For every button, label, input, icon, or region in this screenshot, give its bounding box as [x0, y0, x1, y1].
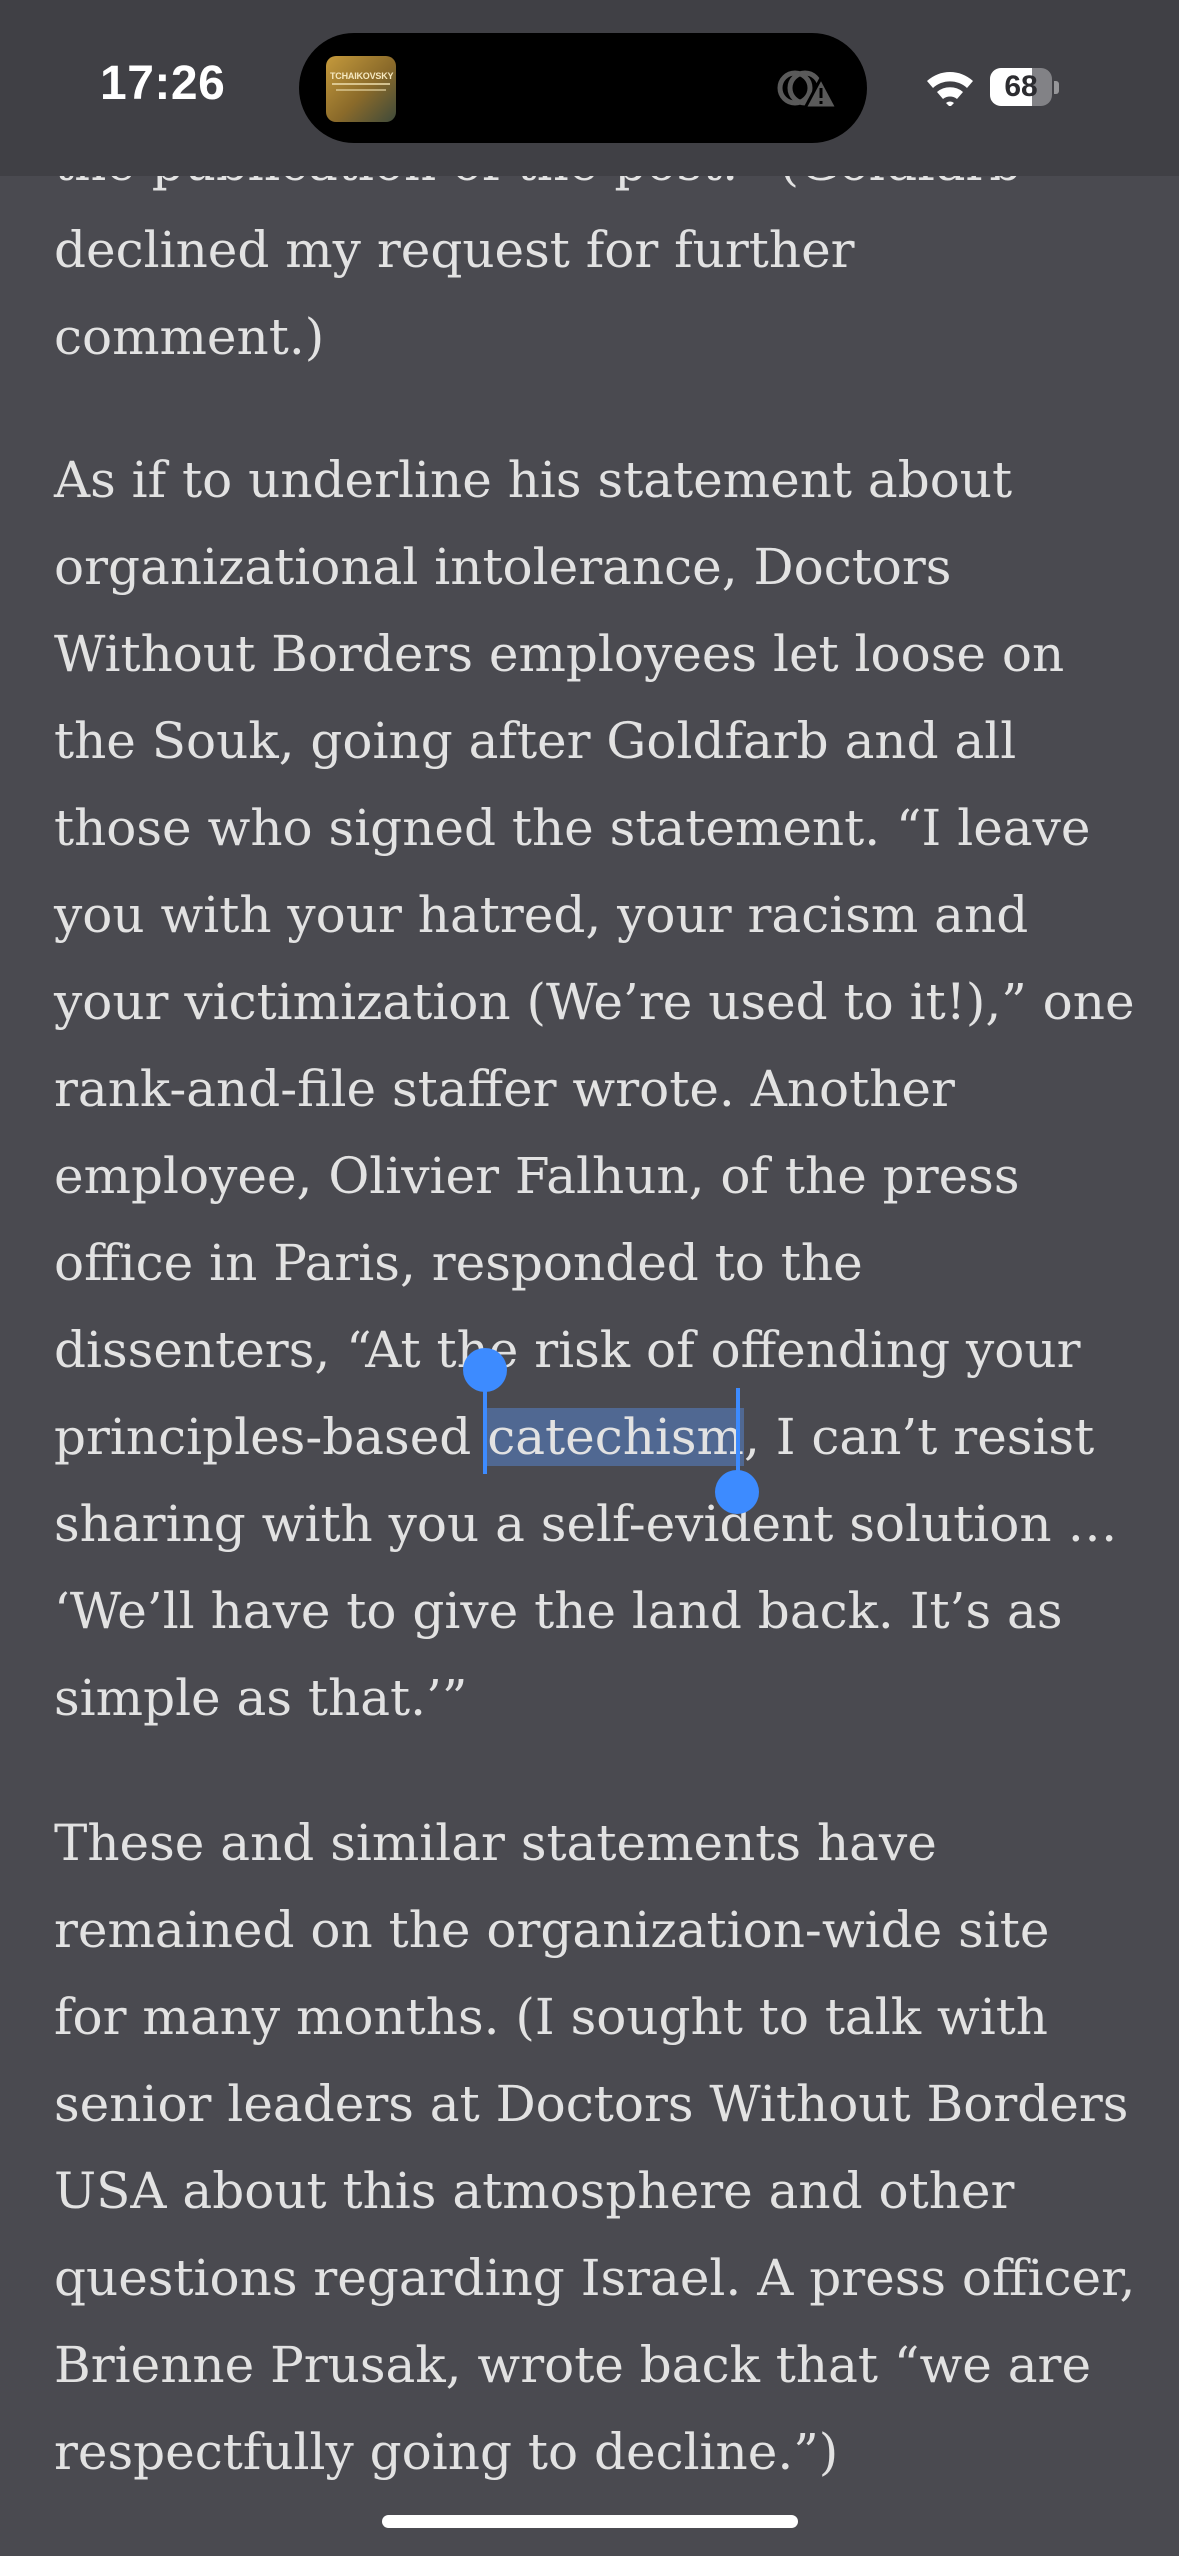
selection-line: principles-based catechism, I can’t resi… — [54, 1394, 1094, 1481]
paragraph-line: your victimization (We’re used to it!),”… — [54, 973, 1135, 1031]
selected-text[interactable]: catechism — [487, 1408, 744, 1466]
text-after-selection: , I can’t resist — [743, 1408, 1095, 1466]
paragraph-line: Brienne Prusak, wrote back that “we are — [54, 2336, 1092, 2394]
paragraph-line: the Souk, going after Goldfarb and all — [54, 712, 1017, 770]
paragraph-line: comment.) — [54, 308, 325, 366]
paragraph-line: office in Paris, responded to the — [54, 1234, 863, 1292]
wifi-icon — [927, 72, 973, 106]
paragraph-line: Without Borders employees let loose on — [54, 625, 1065, 683]
selection-start-caret — [483, 1380, 487, 1474]
selection-end-caret — [736, 1388, 740, 1480]
paragraph-line: sharing with you a self-evident solution… — [54, 1495, 1118, 1553]
paragraph-line: those who signed the statement. “I leave — [54, 799, 1091, 857]
paragraph-line: employee, Olivier Falhun, of the press — [54, 1147, 1020, 1205]
paragraph-line: USA about this atmosphere and other — [54, 2162, 1015, 2220]
battery-level: 68 — [1004, 70, 1038, 103]
paragraph-line: simple as that.’” — [54, 1669, 468, 1727]
paragraph-line: rank-and-file staffer wrote. Another — [54, 1060, 955, 1118]
paragraph-line: for many months. (I sought to talk with — [54, 1988, 1048, 2046]
battery-icon: 68 — [990, 68, 1060, 106]
status-bar: 17:26 TCHAIKOVSKY 68 — [0, 0, 1179, 176]
paragraph-line: ‘We’ll have to give the land back. It’s … — [54, 1582, 1063, 1640]
home-indicator[interactable] — [382, 2515, 798, 2528]
paragraph-line: dissenters, “At the risk of offending yo… — [54, 1321, 1081, 1379]
status-time: 17:26 — [100, 57, 226, 110]
paragraph-line: These and similar statements have — [54, 1814, 937, 1872]
alert-warning-icon — [777, 70, 839, 110]
selection-end-handle[interactable] — [715, 1470, 759, 1514]
paragraph-line: respectfully going to decline.”) — [54, 2423, 839, 2481]
paragraph-line: As if to underline his statement about — [54, 451, 1013, 509]
paragraph-line: declined my request for further — [54, 221, 855, 279]
album-art-thumbnail[interactable]: TCHAIKOVSKY — [326, 56, 396, 122]
paragraph-line: you with your hatred, your racism and — [54, 886, 1029, 944]
paragraph-line: questions regarding Israel. A press offi… — [54, 2249, 1136, 2307]
album-title: TCHAIKOVSKY — [330, 71, 394, 81]
text-before-selection: principles-based — [54, 1408, 488, 1466]
paragraph-line: remained on the organization-wide site — [54, 1901, 1050, 1959]
paragraph-line: organizational intolerance, Doctors — [54, 538, 952, 596]
paragraph-line: senior leaders at Doctors Without Border… — [54, 2075, 1129, 2133]
